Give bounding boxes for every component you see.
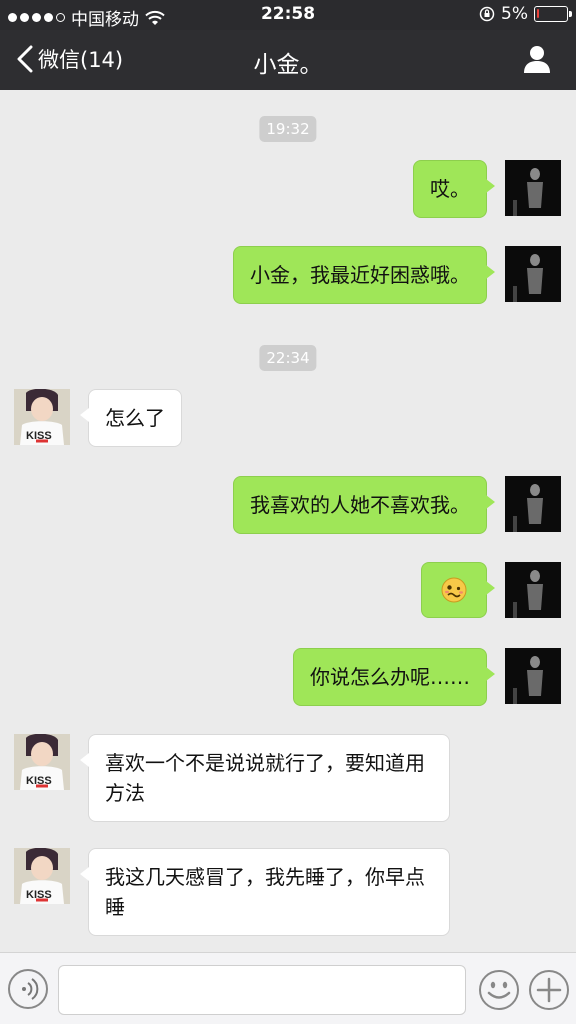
battery-percent: 5% [501,4,528,24]
my-avatar[interactable] [505,562,561,618]
message-input[interactable] [58,965,466,1015]
received-message[interactable]: 喜欢一个不是说说就行了，要知道用方法 [80,734,450,822]
received-message[interactable]: 怎么了 [80,389,182,447]
contact-avatar[interactable]: KISS [14,389,70,445]
contact-avatar[interactable]: KISS [14,734,70,790]
received-message[interactable]: 我这几天感冒了，我先睡了，你早点睡 [80,848,450,936]
orientation-lock-icon [479,6,495,22]
contact-avatar[interactable]: KISS [14,848,70,904]
plus-icon[interactable] [528,969,570,1011]
my-avatar[interactable] [505,246,561,302]
sent-message[interactable]: 小金，我最近好困惑哦。 [233,246,495,304]
chat-area[interactable]: 19:32 哎。 小金，我最近好困惑哦。 22:34 KISS 怎么了 我喜欢的… [0,90,576,952]
status-right: 5% [479,4,572,24]
sent-message[interactable]: 我喜欢的人她不喜欢我。 [233,476,495,534]
chat-title: 小金。 [253,52,323,78]
person-icon[interactable] [522,44,552,74]
sent-emoji-message[interactable] [421,562,495,618]
status-bar: 中国移动 22:58 5% [0,0,576,30]
battery-icon [534,6,572,22]
timestamp: 22:34 [259,345,317,371]
my-avatar[interactable] [505,476,561,532]
my-avatar[interactable] [505,160,561,216]
voice-icon [22,978,39,1000]
woozy-face-icon [441,577,467,603]
sent-message[interactable]: 哎。 [413,160,495,218]
smiley-icon[interactable] [478,969,520,1011]
my-avatar[interactable] [505,648,561,704]
nav-bar: 微信(14) 小金。 [0,30,576,90]
timestamp: 19:32 [259,116,317,142]
voice-button[interactable] [8,969,48,1009]
sent-message[interactable]: 你说怎么办呢…… [293,648,495,706]
input-bar [0,952,576,1024]
